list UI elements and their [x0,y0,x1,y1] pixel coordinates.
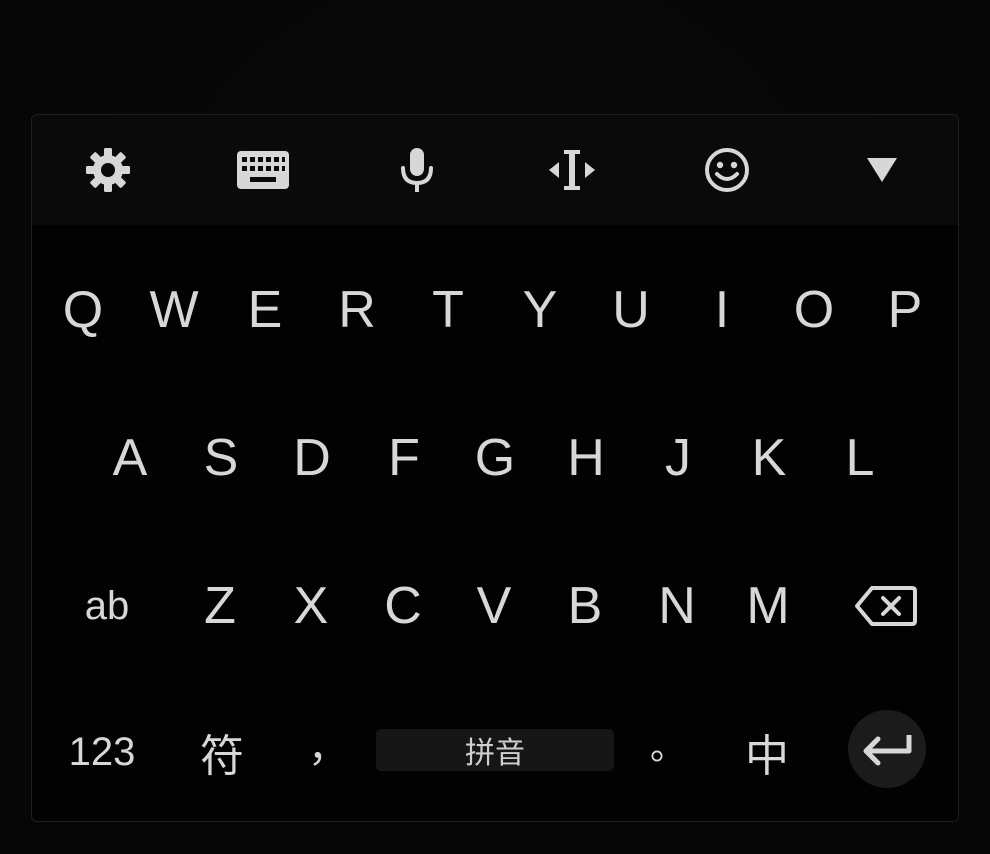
key-i[interactable]: I [679,255,765,365]
key-n[interactable]: N [634,551,720,661]
comma-key[interactable]: ， [285,689,371,799]
key-u[interactable]: U [588,255,674,365]
collapse-keyboard-button[interactable] [849,137,915,203]
key-h[interactable]: H [543,403,629,513]
settings-button[interactable] [75,137,141,203]
backspace-icon [855,586,917,626]
backspace-key[interactable] [843,551,929,661]
key-e[interactable]: E [222,255,308,365]
screen: Q W E R T Y U I O P A S D F G H J K L ab… [0,0,990,854]
language-switch-key[interactable]: 中 [724,697,810,807]
gear-icon [86,148,130,192]
enter-arrow-icon [863,735,912,766]
key-z[interactable]: Z [177,551,263,661]
key-d[interactable]: D [269,403,355,513]
key-g[interactable]: G [452,403,538,513]
emoji-button[interactable] [694,137,760,203]
key-row-3: ab Z X C V B N M [32,551,958,691]
key-r[interactable]: R [314,255,400,365]
space-key[interactable]: 拼音 [376,729,614,771]
shift-case-key[interactable]: ab [64,551,150,661]
text-cursor-icon [549,150,595,190]
emoji-icon [705,148,749,192]
enter-key[interactable] [848,710,926,788]
key-q[interactable]: Q [40,255,126,365]
key-c[interactable]: C [360,551,446,661]
key-k[interactable]: K [726,403,812,513]
keyboard-icon [237,151,289,189]
key-j[interactable]: J [635,403,721,513]
symbols-key[interactable]: 符 [179,697,265,807]
period-key[interactable]: 。 [625,689,711,799]
key-o[interactable]: O [771,255,857,365]
microphone-icon [401,148,433,192]
key-row-4: 123 符 ， 拼音 。 中 [32,710,958,821]
soft-keyboard: Q W E R T Y U I O P A S D F G H J K L ab… [31,114,959,822]
key-row-2: A S D F G H J K L [32,403,958,543]
key-y[interactable]: Y [497,255,583,365]
key-w[interactable]: W [131,255,217,365]
keyboard-switch-button[interactable] [230,137,296,203]
key-m[interactable]: M [725,551,811,661]
triangle-down-icon [867,158,897,182]
key-a[interactable]: A [87,403,173,513]
key-l[interactable]: L [817,403,903,513]
key-row-1: Q W E R T Y U I O P [32,255,958,395]
key-b[interactable]: B [542,551,628,661]
voice-input-button[interactable] [384,137,450,203]
key-v[interactable]: V [451,551,537,661]
keyboard-toolbar [32,115,958,225]
key-x[interactable]: X [268,551,354,661]
key-t[interactable]: T [405,255,491,365]
cursor-move-button[interactable] [539,137,605,203]
key-p[interactable]: P [862,255,948,365]
key-f[interactable]: F [361,403,447,513]
key-s[interactable]: S [178,403,264,513]
numbers-key[interactable]: 123 [59,697,145,807]
